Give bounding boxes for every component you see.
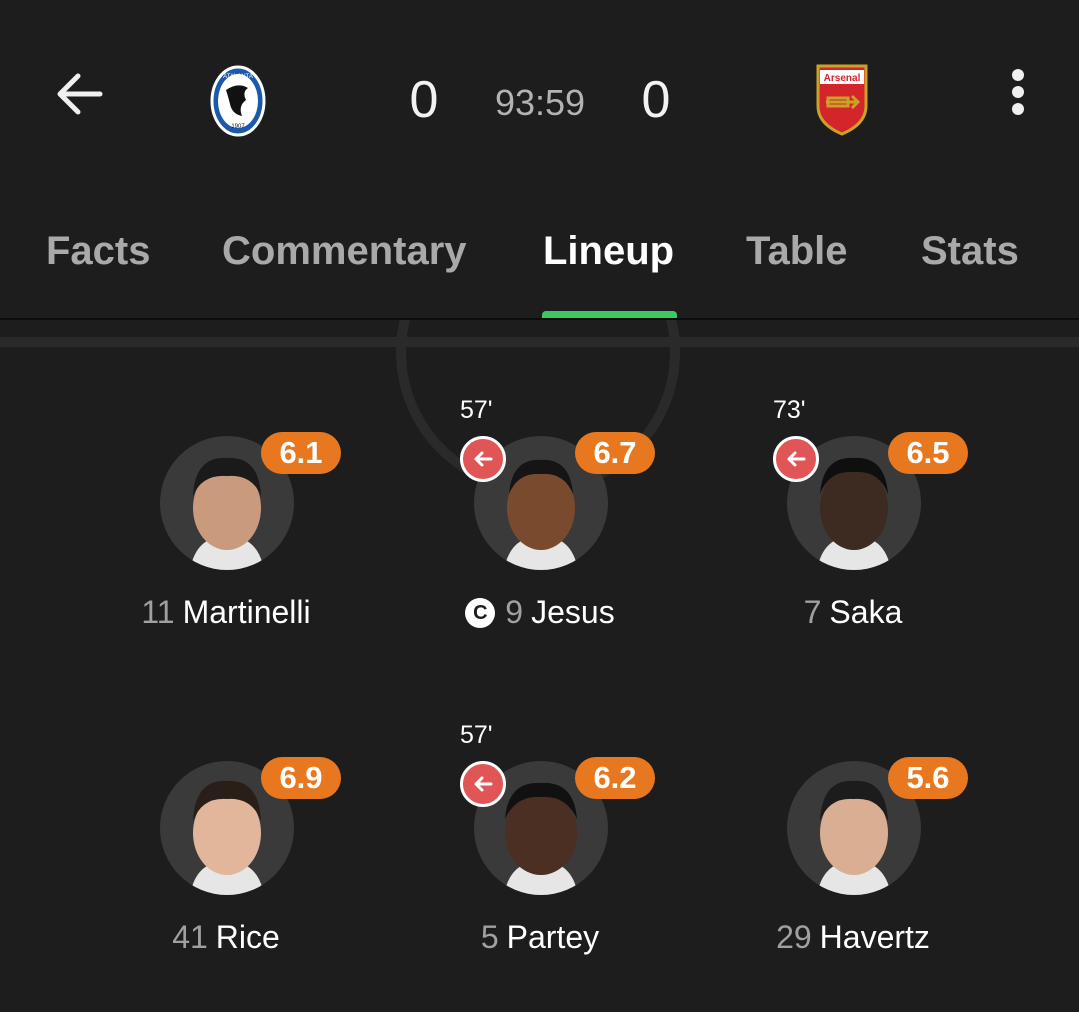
- tab-commentary[interactable]: Commentary: [222, 225, 467, 277]
- tab-bar: Facts Commentary Lineup Table Stats: [0, 225, 1079, 318]
- svg-text:Arsenal: Arsenal: [824, 73, 861, 84]
- player-number: 11: [141, 594, 175, 630]
- player-name: Rice: [215, 919, 280, 955]
- player-rating: 6.1: [261, 432, 341, 474]
- back-button[interactable]: [50, 66, 108, 122]
- home-score: 0: [409, 71, 439, 129]
- substituted-off-badge: [460, 436, 506, 482]
- tab-facts[interactable]: Facts: [46, 225, 151, 277]
- lineup-pitch: 6.1 11Martinelli 57' 6.7 C9Jesus 73': [0, 320, 1079, 1012]
- player-name-label: 11 Martinelli: [96, 594, 356, 631]
- player-card[interactable]: 6.1 11 Martinelli: [96, 432, 356, 646]
- player-name: Jesus: [531, 594, 615, 630]
- arrow-left-icon: [57, 73, 103, 115]
- more-options-button[interactable]: [1002, 66, 1034, 118]
- atalanta-crest-icon: ATALANTA 1907: [210, 65, 266, 137]
- player-rating: 6.7: [575, 432, 655, 474]
- player-name: Martinelli: [182, 594, 311, 630]
- svg-text:1907: 1907: [231, 124, 245, 130]
- player-name-label: 41 Rice: [96, 919, 356, 956]
- player-card[interactable]: 5.6 29 Havertz: [723, 757, 983, 971]
- substituted-off-badge: [460, 761, 506, 807]
- player-rating: 6.5: [888, 432, 968, 474]
- player-card[interactable]: 6.9 41 Rice: [96, 757, 356, 971]
- arrow-left-icon: [474, 451, 493, 467]
- arrow-left-icon: [787, 451, 806, 467]
- player-number: 29: [776, 919, 812, 955]
- arsenal-crest-icon: Arsenal: [816, 64, 868, 136]
- substitution-time: 57': [460, 721, 493, 749]
- player-name-label: C 9 Jesus: [410, 594, 670, 631]
- player-rating: 6.9: [261, 757, 341, 799]
- player-name-label: 7 Saka: [723, 594, 983, 631]
- active-tab-indicator: [542, 311, 677, 318]
- substitution-time: 73': [773, 396, 806, 424]
- player-number: 5: [480, 919, 499, 955]
- more-vertical-icon: [1012, 69, 1024, 81]
- captain-icon: C: [465, 598, 496, 628]
- substituted-off-badge: [773, 436, 819, 482]
- arrow-left-icon: [474, 776, 493, 792]
- player-card[interactable]: 57' 6.2 5 Partey: [410, 721, 670, 971]
- player-name-label: 29 Havertz: [723, 919, 983, 956]
- player-name-label: 5 Partey: [410, 919, 670, 956]
- away-score: 0: [641, 71, 671, 129]
- player-rating: 5.6: [888, 757, 968, 799]
- player-number: 9: [505, 594, 524, 630]
- match-clock: 93:59: [494, 82, 586, 123]
- substitution-time: 57': [460, 396, 493, 424]
- tab-stats[interactable]: Stats: [921, 225, 1019, 277]
- home-team-crest[interactable]: ATALANTA 1907: [208, 64, 268, 138]
- more-vertical-dot: [1012, 86, 1024, 98]
- player-rating: 6.2: [575, 757, 655, 799]
- player-name: Partey: [506, 919, 600, 955]
- tab-table[interactable]: Table: [746, 225, 848, 277]
- player-number: 41: [172, 919, 208, 955]
- player-card[interactable]: 73' 6.5 7 Saka: [723, 396, 983, 646]
- away-team-crest[interactable]: Arsenal: [812, 62, 872, 136]
- player-number: 7: [803, 594, 822, 630]
- player-card[interactable]: 57' 6.7 C 9 Jesus: [410, 396, 670, 646]
- player-name: Havertz: [819, 919, 930, 955]
- more-vertical-dot: [1012, 103, 1024, 115]
- player-name: Saka: [829, 594, 903, 630]
- tab-lineup[interactable]: Lineup: [543, 225, 674, 277]
- svg-text:ATALANTA: ATALANTA: [223, 74, 253, 80]
